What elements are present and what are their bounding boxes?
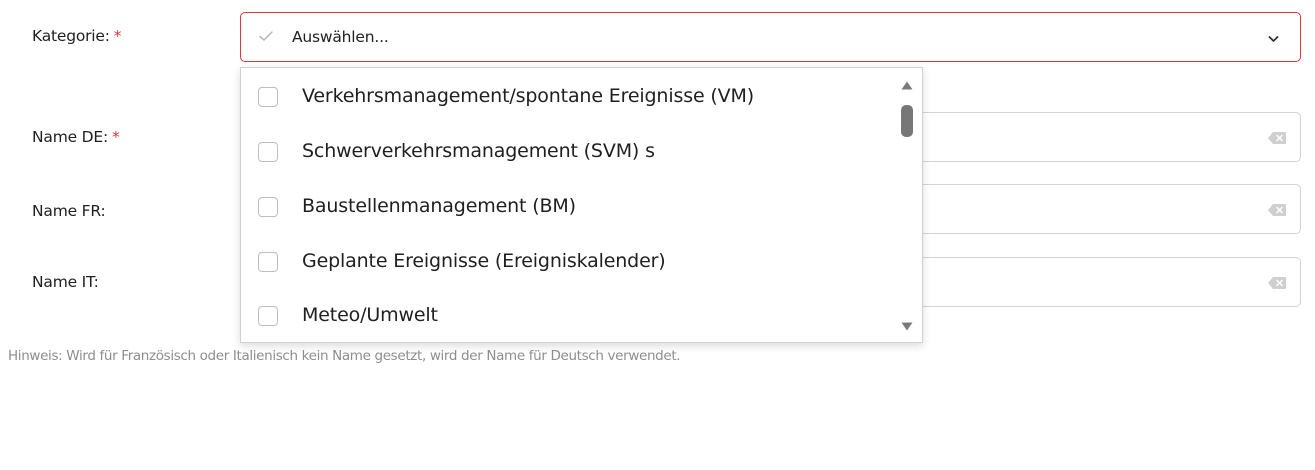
option-label: Schwerverkehrsmanagement (SVM) s	[302, 140, 655, 162]
backspace-clear-icon[interactable]	[1268, 204, 1286, 216]
kategorie-dropdown: Verkehrsmanagement/spontane Ereignisse (…	[240, 67, 923, 343]
name-it-label: Name IT:	[32, 273, 99, 291]
scroll-up-arrow-icon[interactable]	[901, 81, 913, 90]
backspace-clear-icon[interactable]	[1268, 132, 1286, 144]
option-checkbox[interactable]	[258, 197, 278, 217]
option-label: Meteo/Umwelt	[302, 304, 438, 326]
option-checkbox[interactable]	[258, 306, 278, 326]
check-icon	[259, 31, 273, 41]
kategorie-placeholder: Auswählen...	[292, 28, 389, 46]
required-marker: *	[112, 128, 120, 146]
option-checkbox[interactable]	[258, 142, 278, 162]
chevron-down-icon[interactable]	[1268, 35, 1279, 43]
scrollbar-thumb[interactable]	[901, 105, 913, 137]
name-de-label: Name DE: *	[32, 128, 120, 146]
dropdown-option[interactable]: Geplante Ereignisse (Ereigniskalender)	[241, 234, 891, 292]
dropdown-scrollbar[interactable]	[892, 68, 922, 342]
kategorie-select[interactable]: Auswählen...	[240, 12, 1301, 62]
option-label: Baustellenmanagement (BM)	[302, 195, 576, 217]
option-label: Verkehrsmanagement/spontane Ereignisse (…	[302, 85, 754, 107]
required-marker: *	[113, 27, 122, 45]
option-checkbox[interactable]	[258, 252, 278, 272]
option-label: Geplante Ereignisse (Ereigniskalender)	[302, 250, 666, 272]
name-fr-label: Name FR:	[32, 202, 106, 220]
dropdown-option[interactable]: Schwerverkehrsmanagement (SVM) s	[241, 124, 891, 182]
option-checkbox[interactable]	[258, 87, 278, 107]
dropdown-option[interactable]: Verkehrsmanagement/spontane Ereignisse (…	[241, 69, 891, 127]
scroll-down-arrow-icon[interactable]	[901, 322, 913, 331]
kategorie-label: Kategorie: *	[32, 27, 122, 45]
dropdown-option[interactable]: Baustellenmanagement (BM)	[241, 179, 891, 237]
hint-text: Hinweis: Wird für Französisch oder Itali…	[8, 348, 681, 364]
dropdown-option[interactable]: Meteo/Umwelt	[241, 288, 891, 342]
backspace-clear-icon[interactable]	[1268, 277, 1286, 289]
